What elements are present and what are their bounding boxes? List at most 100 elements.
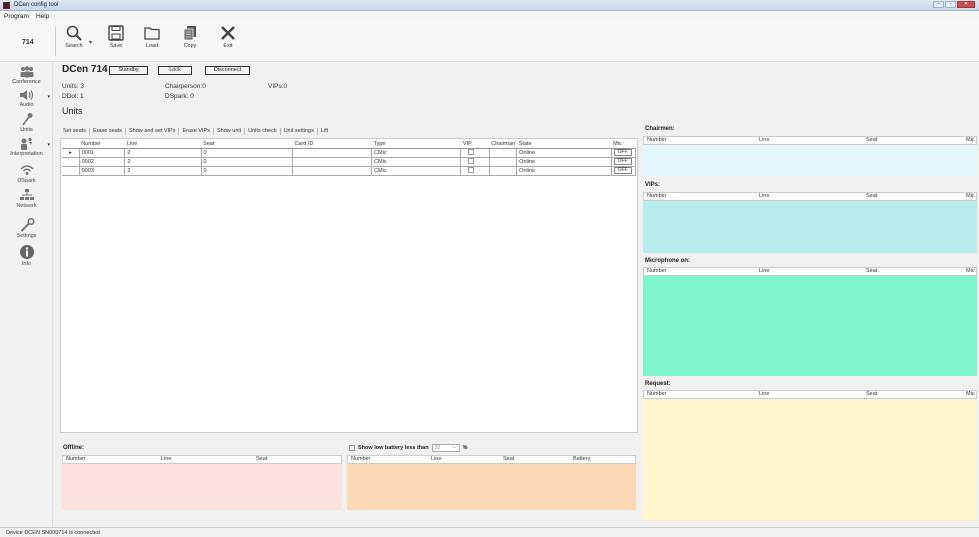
vips-col-number[interactable]: Number [644,193,756,200]
offline-list[interactable] [62,464,342,510]
cell-card-id[interactable] [291,165,373,176]
cell-type[interactable]: CMic [371,156,462,167]
chairmen-col-mic[interactable]: Mic [963,137,976,144]
table-row[interactable]: ▸ 0001 2 0 CMic Online OFF [62,147,637,158]
mic-off-button[interactable]: OFF [613,149,632,156]
request-col-line[interactable]: Line [756,391,863,398]
sidebar-item-dspark[interactable]: DSpark [0,163,53,184]
menu-help[interactable]: Help [36,13,49,20]
chairmen-col-seat[interactable]: Seat [863,137,963,144]
sidebar-item-conference[interactable]: Conference [0,66,53,85]
chairmen-list[interactable] [643,145,977,176]
tab-set-seats[interactable]: Set seats [60,127,90,135]
col-type[interactable]: Type [371,140,461,149]
battery-col-line[interactable]: Line [428,456,500,463]
vips-col-line[interactable]: Line [756,193,863,200]
row-selector[interactable] [62,165,80,176]
table-row[interactable]: 0002 2 0 CMic Online OFF [62,156,637,167]
disconnect-button[interactable]: Disconnect [205,66,250,75]
vip-checkbox[interactable] [468,158,475,165]
cell-seat[interactable]: 0 [200,147,293,158]
row-selector[interactable] [62,156,80,167]
col-line[interactable]: Line [124,140,202,149]
mic-on-col-line[interactable]: Line [756,268,863,275]
cell-mic[interactable]: OFF [610,147,637,158]
row-selector-icon[interactable]: ▸ [62,147,80,158]
low-battery-checkbox[interactable] [349,445,355,451]
cell-number[interactable]: 0002 [78,156,126,167]
offline-col-number[interactable]: Number [63,456,158,463]
cell-state[interactable]: Online [516,147,612,158]
battery-threshold-select[interactable]: 20 [431,444,460,452]
col-number[interactable]: Number [79,140,125,149]
request-col-number[interactable]: Number [644,391,756,398]
exit-button[interactable]: Exit [216,24,240,58]
cell-card-id[interactable] [291,147,373,158]
tab-unit-settings[interactable]: Unit settings [281,127,318,135]
interpretation-expand-arrow[interactable]: ▾ [47,142,50,148]
cell-line[interactable]: 2 [124,147,202,158]
menu-program[interactable]: Program [4,13,29,20]
mic-on-col-number[interactable]: Number [644,268,756,275]
search-dropdown-arrow[interactable]: ▾ [89,39,92,46]
lock-button[interactable]: Lock [158,66,192,75]
close-window-button[interactable]: ✕ [957,1,975,8]
vips-col-seat[interactable]: Seat [863,193,963,200]
offline-col-line[interactable]: Line [158,456,253,463]
table-row[interactable]: 0003 2 0 CMic Online OFF [62,165,637,176]
sidebar-item-interpretation[interactable]: ▾ Interpretation [0,137,53,157]
battery-list[interactable] [347,464,636,510]
audio-expand-arrow[interactable]: ▾ [47,94,50,100]
sidebar-item-network[interactable]: Network [0,188,53,209]
cell-seat[interactable]: 0 [200,165,293,176]
sidebar-item-settings[interactable]: Settings [0,218,53,239]
tab-show-unit[interactable]: Show unit [214,127,246,135]
save-button[interactable]: Save [104,24,128,58]
cell-mic[interactable]: OFF [610,165,637,176]
tab-show-set-vips[interactable]: Show and set VIPs [126,127,180,135]
col-vip[interactable]: VIP [460,140,490,149]
cell-chairman[interactable] [488,156,518,167]
request-col-seat[interactable]: Seat [863,391,963,398]
cell-vip[interactable] [460,147,490,158]
tab-erase-vips[interactable]: Erase VIPs [179,127,214,135]
mic-on-col-seat[interactable]: Seat [863,268,963,275]
vips-col-mic[interactable]: Mic [963,193,976,200]
col-mic[interactable]: Mic [611,140,636,149]
cell-seat[interactable]: 0 [200,156,293,167]
cell-card-id[interactable] [291,156,373,167]
sidebar-item-units[interactable]: Units [0,112,53,133]
tab-erase-seats[interactable]: Erase seats [90,127,126,135]
mic-on-col-mic[interactable]: Mic [963,268,976,275]
col-chairman[interactable]: Chairman [489,140,517,149]
cell-state[interactable]: Online [516,165,612,176]
col-state[interactable]: State [516,140,612,149]
request-list[interactable] [643,399,977,520]
offline-col-seat[interactable]: Seat [253,456,341,463]
cell-chairman[interactable] [488,147,518,158]
chairmen-col-number[interactable]: Number [644,137,756,144]
cell-vip[interactable] [460,156,490,167]
standby-button[interactable]: Standby [109,66,148,75]
battery-col-number[interactable]: Number [348,456,428,463]
cell-vip[interactable] [460,165,490,176]
cell-line[interactable]: 2 [124,165,202,176]
cell-type[interactable]: CMic [371,165,462,176]
request-col-mic[interactable]: Mic [963,391,976,398]
cell-chairman[interactable] [488,165,518,176]
mic-off-button[interactable]: OFF [613,167,632,174]
cell-line[interactable]: 2 [124,156,202,167]
battery-col-battery[interactable]: Battery [570,456,630,463]
battery-col-seat[interactable]: Seat [500,456,570,463]
vip-checkbox[interactable] [468,167,475,174]
minimize-button[interactable]: – [933,1,944,8]
col-seat[interactable]: Seat [201,140,293,149]
mic-off-button[interactable]: OFF [613,158,632,165]
cell-mic[interactable]: OFF [610,156,637,167]
cell-type[interactable]: CMic [371,147,462,158]
load-button[interactable]: Load [140,24,164,58]
cell-state[interactable]: Online [516,156,612,167]
sidebar-item-info[interactable]: Info [0,244,53,267]
vips-list[interactable] [643,201,977,253]
chairmen-col-line[interactable]: Line [756,137,863,144]
